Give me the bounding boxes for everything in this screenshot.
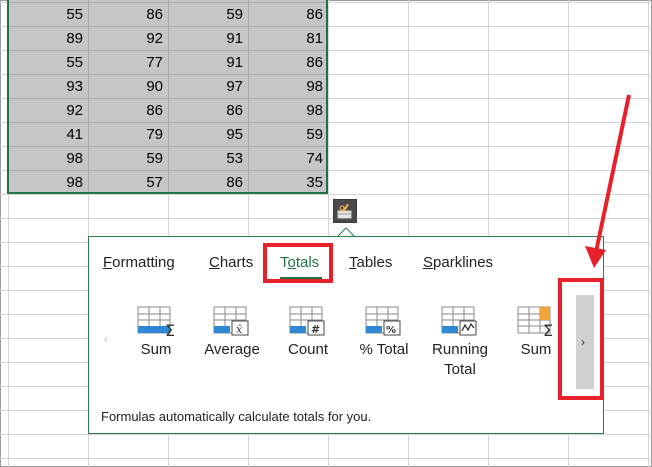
- annotation-arrow: [585, 94, 631, 268]
